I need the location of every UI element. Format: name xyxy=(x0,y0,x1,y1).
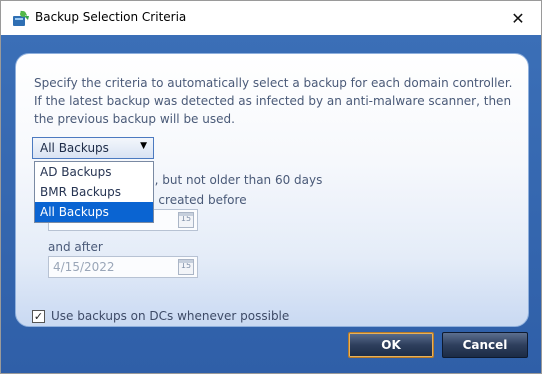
backup-type-combobox[interactable]: All Backups ▼ xyxy=(32,137,154,159)
dropdown-option-bmr-backups[interactable]: BMR Backups xyxy=(35,182,153,202)
use-dc-backups-label: Use backups on DCs whenever possible xyxy=(51,309,290,323)
after-date-field[interactable]: 4/15/2022 15 xyxy=(48,256,198,278)
calendar-icon[interactable]: 15 xyxy=(178,259,194,275)
chevron-down-icon: ▼ xyxy=(140,141,147,151)
dropdown-option-all-backups[interactable]: All Backups xyxy=(35,202,153,222)
title-bar: Backup Selection Criteria ✕ xyxy=(1,1,541,35)
ok-button[interactable]: OK xyxy=(348,332,434,358)
close-button[interactable]: ✕ xyxy=(495,1,541,35)
cancel-button[interactable]: Cancel xyxy=(442,332,528,358)
dialog-window: Backup Selection Criteria ✕ Specify the … xyxy=(0,0,542,374)
window-title: Backup Selection Criteria xyxy=(35,10,187,24)
dialog-body: Specify the criteria to automatically se… xyxy=(1,35,541,373)
after-date-value: 4/15/2022 xyxy=(53,260,115,274)
and-after-label: and after xyxy=(48,240,103,254)
backup-type-value: All Backups xyxy=(40,141,109,155)
criteria-panel: Specify the criteria to automatically se… xyxy=(15,53,529,327)
backup-type-dropdown: AD Backups BMR Backups All Backups xyxy=(34,161,154,223)
calendar-icon[interactable]: 15 xyxy=(178,212,194,228)
use-dc-backups-checkbox[interactable]: ✓ xyxy=(32,310,45,323)
backup-app-icon xyxy=(13,10,29,26)
description-text: Specify the criteria to automatically se… xyxy=(34,76,513,126)
close-icon: ✕ xyxy=(511,8,525,28)
before-date-option-text: p created before xyxy=(147,193,247,207)
dropdown-option-ad-backups[interactable]: AD Backups xyxy=(35,162,153,182)
latest-backup-option-text: p, but not older than 60 days xyxy=(147,173,323,187)
